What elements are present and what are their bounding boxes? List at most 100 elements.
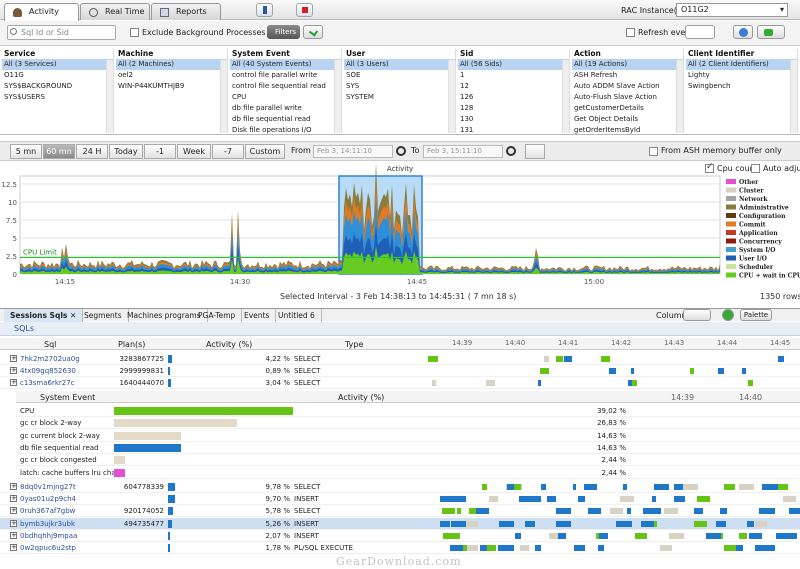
cpu-count-checkbox[interactable] (705, 162, 714, 173)
refresh-interval-select[interactable] (685, 25, 715, 39)
tab-pga-temp[interactable]: PGA-Temp (192, 309, 243, 322)
export-button[interactable] (757, 25, 785, 39)
sql-id[interactable]: 0ruh367af7gbw (20, 505, 75, 517)
filter-item[interactable]: 1 (458, 70, 569, 81)
tab-events[interactable]: Events (238, 309, 277, 322)
expand-icon[interactable]: + (10, 355, 17, 362)
range-60mn-button[interactable]: 60 mn (43, 144, 75, 159)
rac-instance-select[interactable]: O11G2 (676, 3, 788, 17)
event-row[interactable]: db file sequential read 14,63 % (16, 442, 800, 454)
sql-row[interactable]: +7hk2m2702ua0g 3283867725 4,22 % SELECT (0, 353, 800, 365)
range-5mn-button[interactable]: 5 mn (10, 144, 42, 159)
range-custom-button[interactable]: Custom (245, 144, 285, 159)
add-icon[interactable] (722, 309, 734, 321)
sql-id[interactable]: 4tx09gq852630 (20, 365, 76, 377)
filter-item[interactable]: CPU (230, 92, 341, 103)
filter-item[interactable]: All (2 Client Identifiers) (686, 59, 797, 70)
record-button[interactable] (296, 3, 313, 17)
filter-item[interactable]: All (56 Sids) (458, 59, 569, 70)
range-24h-button[interactable]: 24 H (76, 144, 108, 159)
expand-icon[interactable]: + (10, 519, 17, 527)
filter-item[interactable]: All (19 Actions) (572, 59, 683, 70)
tab-activity-viewer[interactable]: Activity Viewer (4, 3, 79, 32)
tab-real-time[interactable]: Real Time (80, 3, 150, 20)
expand-icon[interactable]: + (10, 482, 17, 490)
filter-edit-button[interactable] (303, 25, 323, 39)
sql-search-input[interactable]: Sql Id or Sid (7, 25, 116, 40)
sql-row[interactable]: +0w2qpuc6u2stp 1,78 % PL/SQL EXECUTE (0, 542, 800, 555)
event-row[interactable]: gc current block 2-way 14,63 % (16, 430, 800, 442)
filter-item[interactable]: control file parallel write (230, 70, 341, 81)
filter-item[interactable]: All (40 System Events) (230, 59, 341, 70)
col-activity[interactable]: Activity (%) (206, 340, 252, 349)
auto-adjust-checkbox[interactable] (751, 164, 760, 173)
filter-item[interactable]: All (3 Services) (2, 59, 113, 70)
col-event-activity[interactable]: Activity (%) (338, 393, 384, 402)
tab-reports[interactable]: Reports (151, 3, 221, 20)
sql-row[interactable]: +8dq0v1mjng27t 604778339 9,78 % SELECT (0, 481, 800, 493)
filter-item[interactable]: control file sequential read (230, 81, 341, 92)
sql-row[interactable]: +0ruh367af7gbw 920174052 5,78 % SELECT (0, 505, 800, 518)
col-system-event[interactable]: System Event (40, 393, 95, 402)
scrollbar[interactable] (106, 60, 113, 133)
col-type[interactable]: Type (345, 340, 363, 349)
exclude-background-checkbox[interactable] (130, 28, 139, 37)
scrollbar[interactable] (448, 60, 455, 133)
filter-item[interactable]: getOrderItemsById (572, 125, 683, 136)
sql-row[interactable]: + c13sma6rkr27c 1640444070 3,04 % SELECT (0, 377, 800, 389)
sql-id[interactable]: 0bdhqhhj9mpaa (20, 530, 77, 542)
filter-item[interactable]: All (3 Users) (344, 59, 455, 70)
filter-item[interactable]: db file sequential read (230, 114, 341, 125)
filter-item[interactable]: Auto ADDM Slave Action (572, 81, 683, 92)
to-date-input[interactable]: Feb 3, 15:11:10 (423, 145, 503, 158)
columns-stepper[interactable] (683, 309, 711, 321)
expand-icon[interactable]: + (10, 544, 17, 552)
filter-item[interactable]: O11G (2, 70, 113, 81)
palette-button[interactable]: Palette (740, 309, 772, 321)
apply-range-button[interactable] (525, 144, 545, 159)
refresh-checkbox[interactable] (626, 28, 635, 37)
tab-untitled-6[interactable]: Untitled 6 (272, 309, 322, 322)
expand-icon[interactable]: + (10, 367, 17, 374)
sql-row[interactable]: +0bdhqhhj9mpaa 2,07 % INSERT (0, 530, 800, 542)
range-minus7-button[interactable]: -7 (212, 144, 244, 159)
sql-id[interactable]: 7hk2m2702ua0g (20, 353, 80, 365)
expand-icon[interactable]: + (10, 532, 17, 539)
range-week-button[interactable]: Week (177, 144, 211, 159)
filter-item[interactable]: SYS$BACKGROUND (2, 81, 113, 92)
filter-item[interactable]: 130 (458, 114, 569, 125)
col-sql[interactable]: Sql (44, 340, 56, 349)
filter-item[interactable]: 12 (458, 81, 569, 92)
sql-id[interactable]: c13sma6rkr27c (20, 377, 75, 389)
filters-button[interactable]: Filters (267, 25, 300, 39)
filter-item[interactable]: 128 (458, 103, 569, 114)
close-icon[interactable]: ✕ (70, 311, 76, 320)
filter-item[interactable]: ASH Refresh (572, 70, 683, 81)
filter-item[interactable]: Swingbench (686, 81, 797, 92)
filter-item[interactable]: Auto-Flush Slave Action (572, 92, 683, 103)
info-button[interactable] (256, 3, 273, 17)
sql-id[interactable]: 8dq0v1mjng27t (20, 481, 76, 493)
refresh-button[interactable] (733, 25, 753, 39)
filter-item[interactable]: SYS$USERS (2, 92, 113, 103)
event-row[interactable]: gc cr block congested 2,44 % (16, 454, 800, 467)
sql-row[interactable]: +0yas01u2p9ch4 9,70 % INSERT (0, 493, 800, 506)
sql-id[interactable]: 0yas01u2p9ch4 (20, 493, 76, 505)
scrollbar[interactable] (334, 60, 341, 133)
expand-icon[interactable]: + (10, 495, 17, 503)
filter-item[interactable]: WIN-P44KUMTHJB9 (116, 81, 227, 92)
filter-item[interactable]: All (2 Machines) (116, 59, 227, 70)
sql-id[interactable]: 0w2qpuc6u2stp (20, 542, 76, 554)
scrollbar[interactable] (790, 60, 797, 133)
ash-memory-checkbox[interactable] (649, 147, 658, 156)
filter-item[interactable]: 126 (458, 92, 569, 103)
event-row[interactable]: CPU 39,02 % (16, 405, 800, 417)
filter-item[interactable]: 131 (458, 125, 569, 136)
range-today-button[interactable]: Today (109, 144, 143, 159)
filter-item[interactable]: Get Object Details (572, 114, 683, 125)
expand-icon[interactable]: + (10, 507, 17, 515)
event-row[interactable]: latch: cache buffers lru chain 2,44 % (16, 467, 800, 479)
tab-sessions-sqls[interactable]: Sessions Sqls ✕ (4, 309, 84, 322)
filter-item[interactable]: oel2 (116, 70, 227, 81)
filter-item[interactable]: Disk file operations I/O (230, 125, 341, 136)
